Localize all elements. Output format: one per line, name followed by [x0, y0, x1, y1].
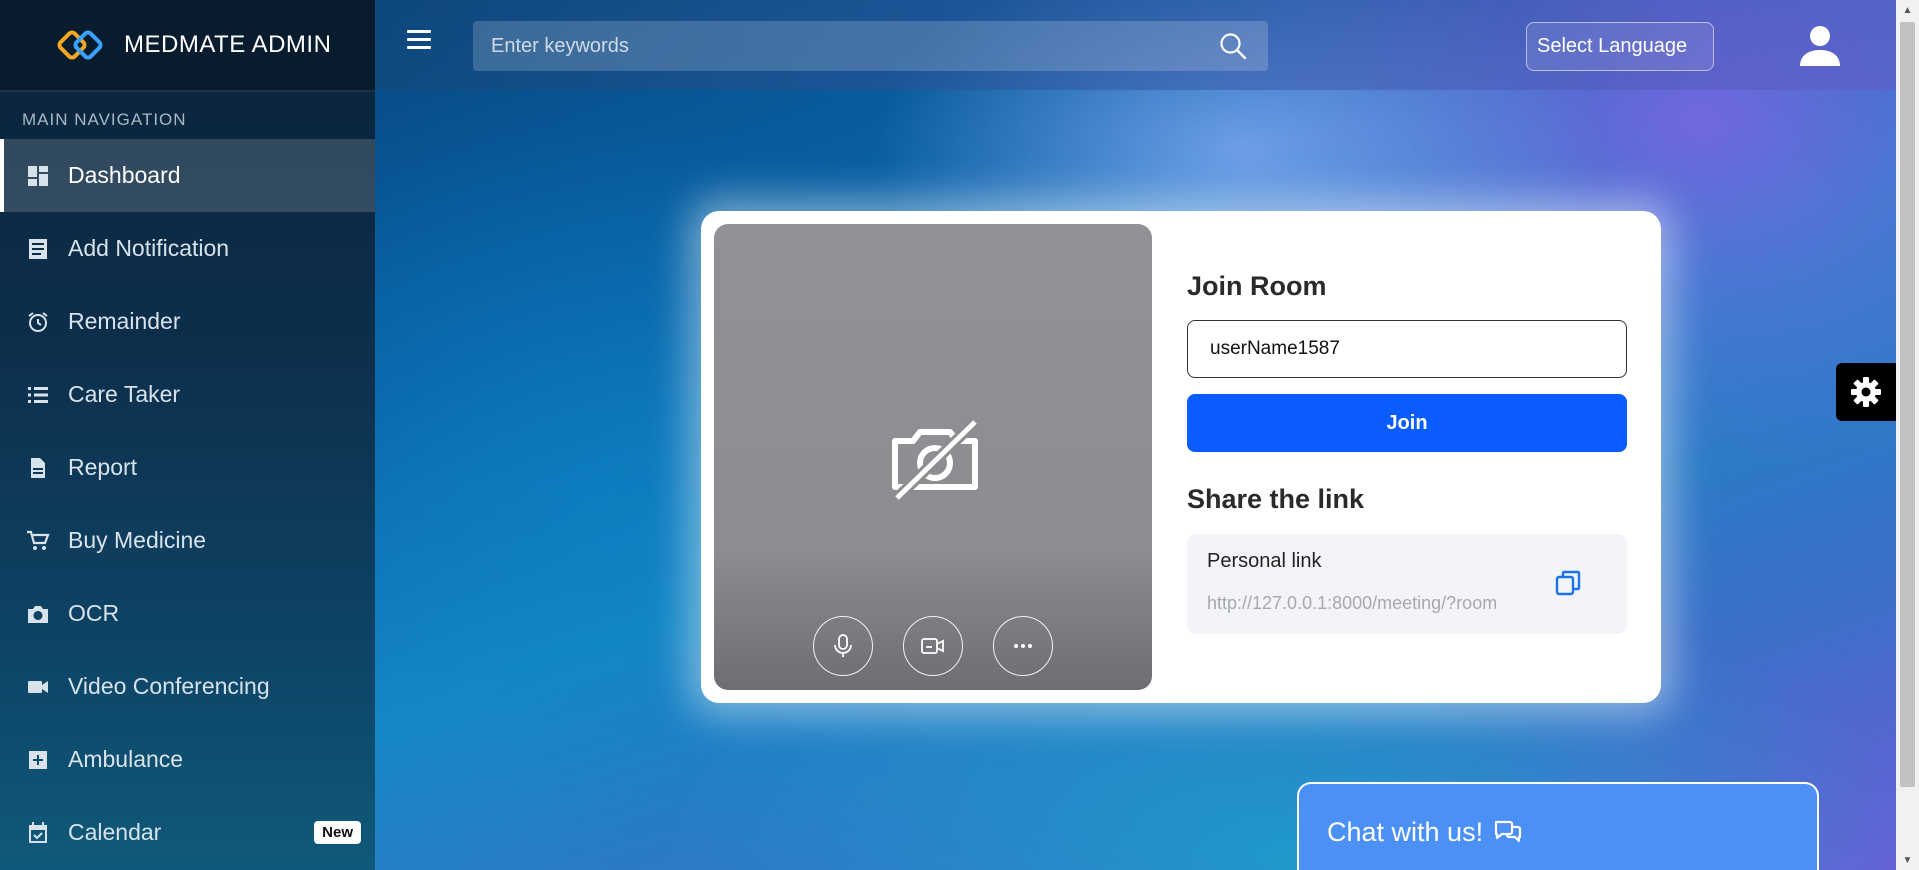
video-preview — [714, 224, 1152, 690]
sidebar-item-label: Ambulance — [68, 746, 184, 772]
video-camera-icon — [921, 638, 944, 654]
sidebar-item-label: OCR — [68, 600, 120, 626]
chat-label: Chat with us! — [1327, 817, 1484, 847]
sidebar-item-buy-medicine[interactable]: Buy Medicine — [0, 504, 375, 577]
menu-toggle-icon[interactable] — [407, 30, 431, 54]
sidebar-item-label: Buy Medicine — [68, 527, 207, 553]
language-select[interactable]: Select Language — [1526, 22, 1714, 71]
topbar: Select Language — [375, 0, 1896, 90]
page-scrollbar[interactable]: ▲ ▼ — [1896, 0, 1919, 870]
list-icon — [24, 381, 52, 409]
copy-icon[interactable] — [1553, 568, 1583, 598]
brand[interactable]: MEDMATE ADMIN — [0, 0, 375, 91]
nav-list: Dashboard Add Notification Remainder Car… — [0, 139, 375, 869]
scrollbar-thumb[interactable] — [1900, 22, 1915, 787]
brand-title: MEDMATE ADMIN — [124, 31, 332, 58]
sidebar-item-ambulance[interactable]: Ambulance — [0, 723, 375, 796]
sidebar-item-remainder[interactable]: Remainder — [0, 285, 375, 358]
notification-list-icon — [24, 235, 52, 263]
personal-link-box: Personal link http://127.0.0.1:8000/meet… — [1187, 534, 1627, 634]
sidebar-item-label: Report — [68, 454, 138, 480]
user-avatar-icon[interactable] — [1798, 24, 1842, 68]
chat-widget[interactable]: Chat with us! — [1297, 782, 1819, 870]
sidebar-item-label: Care Taker — [68, 381, 181, 407]
share-link-title: Share the link — [1187, 484, 1365, 514]
calendar-check-icon — [24, 819, 52, 847]
personal-link-url[interactable]: http://127.0.0.1:8000/meeting/?room — [1207, 593, 1529, 614]
join-button[interactable]: Join — [1187, 394, 1627, 452]
microphone-button[interactable] — [813, 616, 873, 676]
alarm-clock-icon — [24, 308, 52, 336]
sidebar-item-ocr[interactable]: OCR — [0, 577, 375, 650]
join-room-title: Join Room — [1187, 271, 1327, 301]
camera-off-icon — [892, 419, 979, 501]
sidebar-item-video-conferencing[interactable]: Video Conferencing — [0, 650, 375, 723]
sidebar-item-care-taker[interactable]: Care Taker — [0, 358, 375, 431]
microphone-icon — [834, 634, 852, 657]
new-badge: New — [314, 821, 361, 844]
scroll-down-arrow-icon[interactable]: ▼ — [1896, 850, 1919, 870]
sidebar-item-label: Calendar — [68, 819, 162, 845]
sidebar-item-label: Dashboard — [68, 162, 181, 188]
sidebar-item-report[interactable]: Report — [0, 431, 375, 504]
shopping-cart-icon — [24, 527, 52, 555]
settings-button[interactable] — [1836, 363, 1896, 421]
search-icon[interactable] — [1218, 31, 1248, 61]
plus-square-icon — [24, 746, 52, 774]
camera-toggle-button[interactable] — [903, 616, 963, 676]
sidebar-item-label: Remainder — [68, 308, 181, 334]
sidebar: MEDMATE ADMIN MAIN NAVIGATION Dashboard … — [0, 0, 375, 870]
medmate-logo-icon — [57, 30, 103, 60]
scroll-up-arrow-icon[interactable]: ▲ — [1896, 0, 1919, 20]
dashboard-icon — [24, 162, 52, 190]
camera-icon — [24, 600, 52, 628]
nav-section-header: MAIN NAVIGATION — [0, 91, 375, 131]
more-dots-icon — [1014, 644, 1032, 648]
gear-icon — [1851, 377, 1881, 407]
sidebar-item-label: Add Notification — [68, 235, 230, 261]
room-name-input[interactable] — [1187, 320, 1627, 378]
sidebar-item-calendar[interactable]: Calendar New — [0, 796, 375, 869]
sidebar-item-dashboard[interactable]: Dashboard — [0, 139, 375, 212]
search-input[interactable] — [473, 33, 1218, 59]
meeting-card: Join Room Join Share the link Personal l… — [701, 211, 1661, 703]
search-bar — [473, 21, 1268, 71]
video-camera-icon — [24, 673, 52, 701]
chat-bubbles-icon — [1494, 820, 1522, 843]
report-document-icon — [24, 454, 52, 482]
sidebar-item-label: Video Conferencing — [68, 673, 270, 699]
sidebar-item-add-notification[interactable]: Add Notification — [0, 212, 375, 285]
more-options-button[interactable] — [993, 616, 1053, 676]
personal-link-label: Personal link — [1207, 550, 1322, 572]
